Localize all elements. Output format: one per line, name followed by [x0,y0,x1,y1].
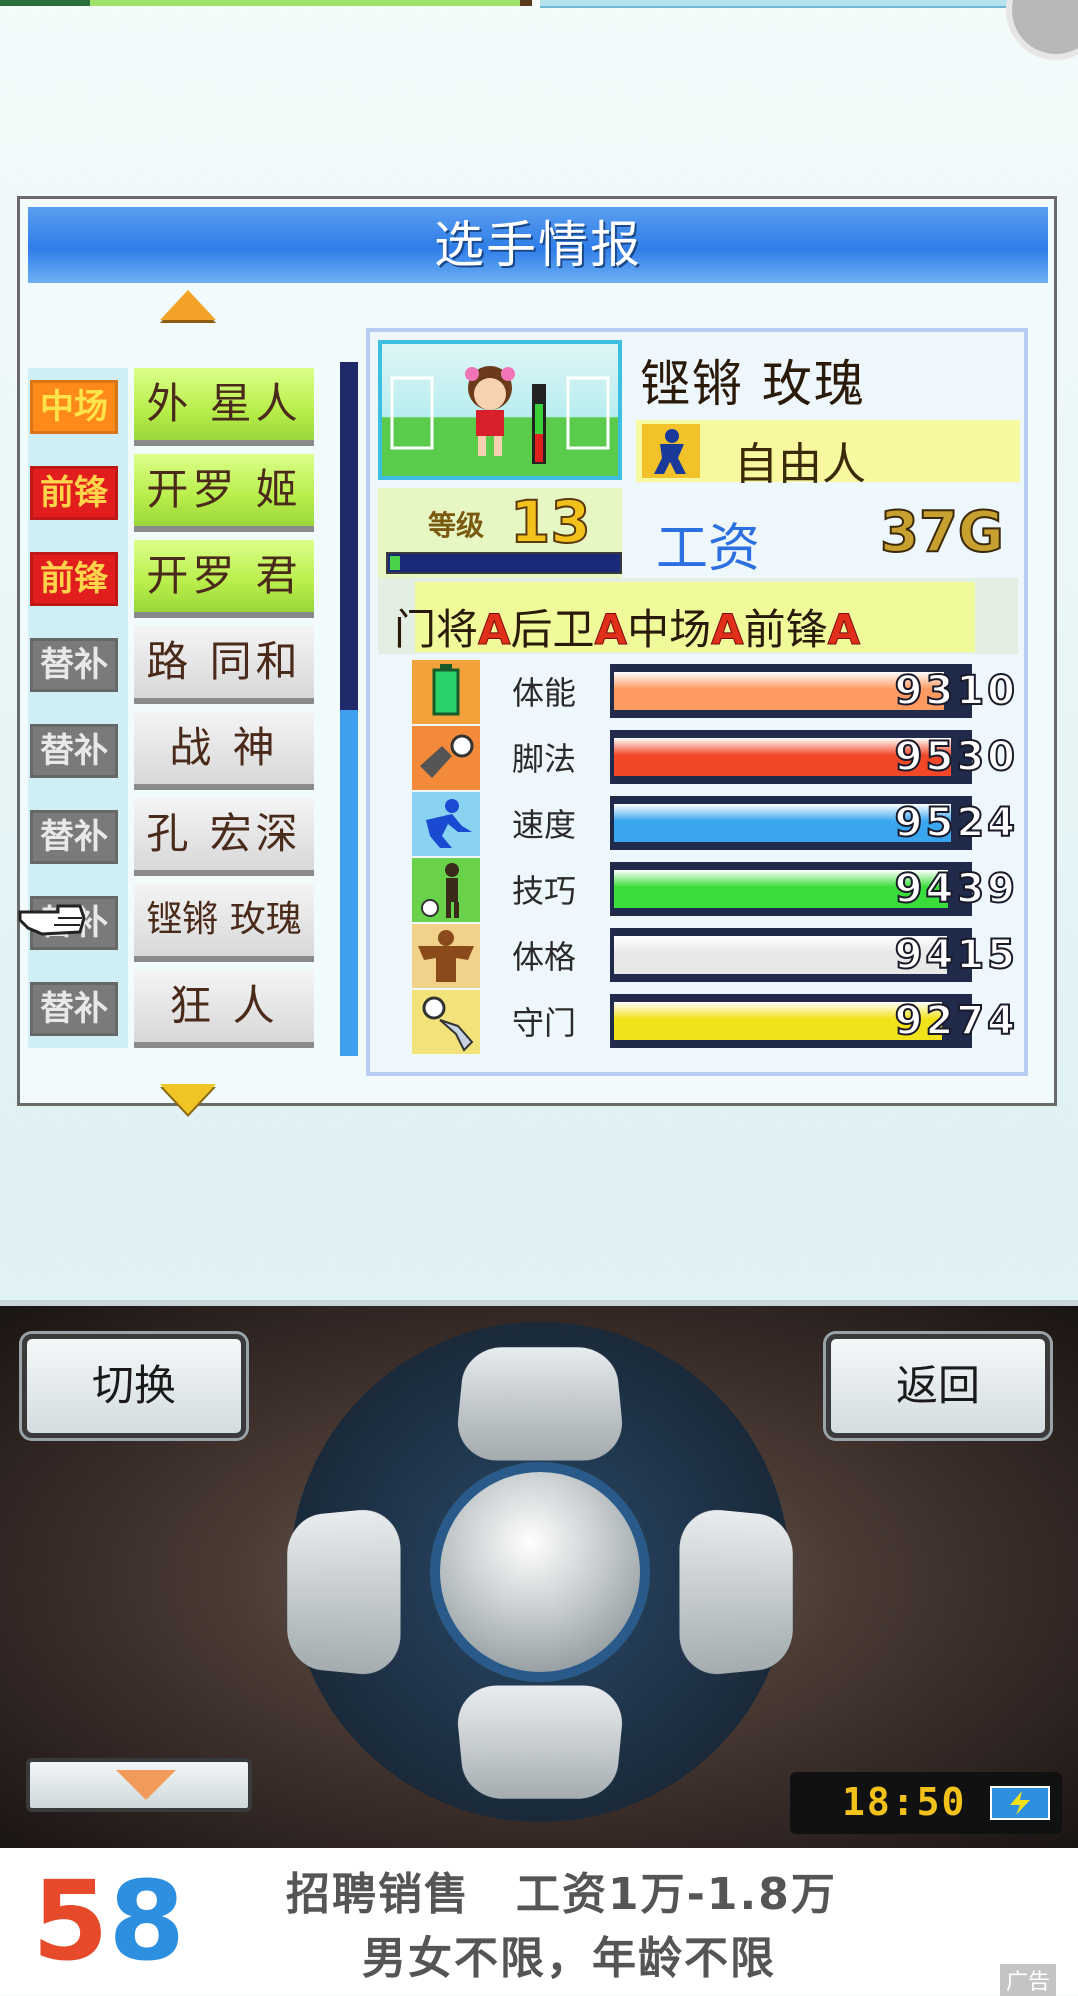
stat-value: 9274 [894,997,1018,1045]
scroll-up-arrow-icon[interactable] [160,290,216,320]
stat-row-stamina: 体能 9310 [412,660,1016,724]
physique-icon [412,924,480,988]
roster-row[interactable]: 前锋 开罗 君 [30,540,314,618]
dpad-center-button[interactable] [430,1462,650,1682]
stat-label: 体能 [512,674,577,712]
clock-time: 18:50 [842,1780,967,1824]
stat-label: 脚法 [512,740,577,778]
position-aptitude-text: 门将A后卫A中场A前锋A [394,596,861,657]
experience-bar [386,552,622,574]
battery-icon [990,1786,1050,1820]
kick-icon [412,726,480,790]
stat-row-physique: 体格 9415 [412,924,1016,988]
stat-value: 9439 [894,865,1018,913]
roster-row[interactable]: 替补 狂 人 [30,970,314,1048]
aptitude-fw-label: 前锋 [743,605,828,654]
top-strip-segment [520,0,532,6]
panel-title: 选手情报 [28,207,1048,283]
position-badge: 替补 [30,810,118,864]
stat-row-goalkeeping: 守门 9274 [412,990,1016,1054]
stamina-icon [412,660,480,724]
dpad-down-button[interactable] [454,1685,626,1799]
ad-logo-digit: 8 [108,1857,186,1985]
aptitude-mf-grade: A [711,605,745,655]
ad-subline[interactable]: 男女不限，年龄不限 [362,1922,776,1986]
stat-row-speed: 速度 9524 [412,792,1016,856]
aptitude-df-grade: A [594,605,628,655]
player-name-cell[interactable]: 狂 人 [134,970,314,1042]
stat-label: 速度 [512,806,577,844]
roster-row[interactable]: 替补 孔 宏深 [30,798,314,876]
roster-row[interactable]: 前锋 开罗 姬 [30,454,314,532]
dpad-right-button[interactable] [679,1506,793,1678]
player-status-label: 自由人 [734,439,866,490]
stat-value: 9415 [894,931,1018,979]
pointing-hand-cursor-icon [18,904,86,936]
position-badge: 前锋 [30,552,118,606]
aptitude-df-label: 后卫 [510,605,595,654]
stat-row-technique: 技巧 9439 [412,858,1016,922]
scroll-down-arrow-icon[interactable] [160,1084,216,1114]
level-label: 等级 [428,509,485,542]
player-name-cell[interactable]: 铿锵 玫瑰 [134,884,314,956]
position-badge: 替补 [30,982,118,1036]
aptitude-gk-label: 门将 [394,605,479,654]
player-name-cell[interactable]: 孔 宏深 [134,798,314,870]
stat-value: 9530 [894,733,1018,781]
ad-tag: 广告 [1000,1964,1057,1996]
back-button[interactable]: 返回 [826,1334,1050,1438]
top-strip-segment [90,0,520,6]
down-arrow-icon [116,1770,176,1800]
ad-logo-58[interactable]: 58 [32,1857,185,1985]
top-strip-segment [0,0,90,6]
dpad-left-button[interactable] [287,1506,401,1678]
stat-value: 9524 [894,799,1018,847]
roster-row[interactable]: 替补 路 同和 [30,626,314,704]
stat-value: 9310 [894,667,1018,715]
aptitude-gk-grade: A [478,605,512,655]
stat-label: 守门 [512,1004,577,1042]
technique-icon [412,858,480,922]
position-badge: 替补 [30,724,118,778]
player-portrait [378,340,622,480]
position-badge: 前锋 [30,466,118,520]
salary-label: 工资 [656,519,761,579]
player-sprite-icon [390,366,610,464]
player-name-cell[interactable]: 开罗 君 [134,540,314,612]
player-name: 铿锵 玫瑰 [640,355,866,413]
player-name-cell[interactable]: 开罗 姬 [134,454,314,526]
aptitude-mf-label: 中场 [627,605,712,654]
stat-label: 体格 [512,938,577,976]
corner-knob-icon[interactable] [1006,0,1078,60]
level-value: 13 [509,487,592,557]
ad-logo-digit: 5 [32,1857,109,1985]
player-name-cell[interactable]: 路 同和 [134,626,314,698]
salary-value: 37G [879,499,1005,566]
stat-label: 技巧 [512,872,577,910]
player-name-cell[interactable]: 战 神 [134,712,314,784]
top-strip-segment [540,0,1040,8]
player-name-cell[interactable]: 外 星人 [134,368,314,440]
experience-bar-fill [390,556,400,570]
roster-row[interactable]: 替补 战 神 [30,712,314,790]
free-agent-icon [642,424,700,478]
position-badge: 中场 [30,380,118,434]
roster-scroll-thumb[interactable] [340,710,358,1056]
position-badge: 替补 [30,638,118,692]
speed-icon [412,792,480,856]
top-strip [0,0,1078,8]
page-down-button[interactable] [26,1758,252,1812]
stat-row-kick: 脚法 9530 [412,726,1016,790]
switch-button[interactable]: 切换 [22,1334,246,1438]
roster-row[interactable]: 中场 外 星人 [30,368,314,446]
aptitude-fw-grade: A [827,605,861,655]
ad-headline[interactable]: 招聘销售 工资1万-1.8万 [286,1858,837,1922]
goalkeeping-icon [412,990,480,1054]
dpad-up-button[interactable] [454,1347,626,1461]
